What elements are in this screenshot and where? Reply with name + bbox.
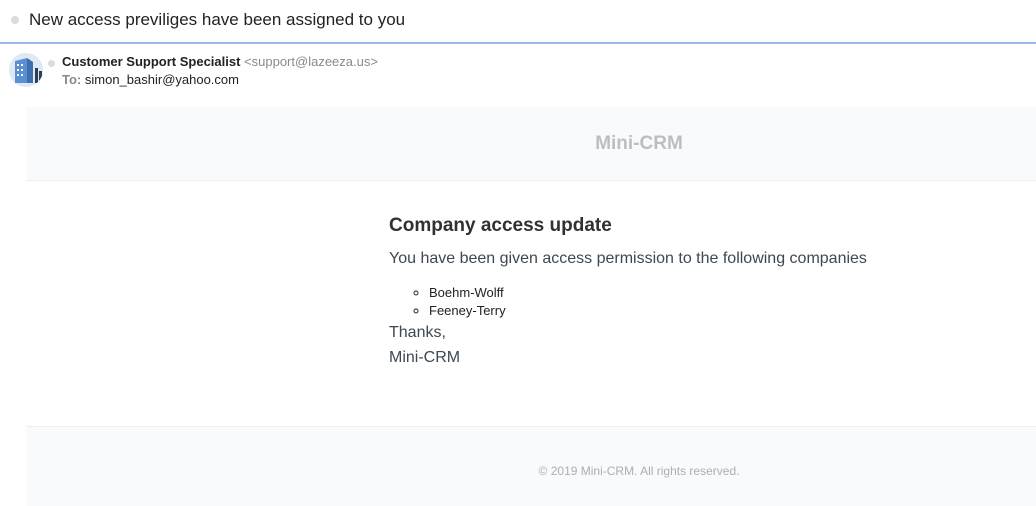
sender-avatar-icon[interactable] — [9, 53, 43, 87]
brand-name[interactable]: Mini-CRM — [26, 133, 1036, 155]
email-heading: Company access update — [389, 215, 612, 236]
signoff-thanks: Thanks, — [389, 324, 446, 341]
to-label: To: — [62, 72, 82, 87]
message-header: Customer Support Specialist <support@laz… — [0, 44, 1036, 106]
from-line: Customer Support Specialist <support@laz… — [62, 54, 378, 69]
sender-email[interactable]: <support@lazeeza.us> — [244, 54, 378, 69]
company-list: Boehm-Wolff Feeney-Terry — [389, 284, 989, 320]
email-brand-header: Mini-CRM — [26, 107, 1036, 181]
recipient-email[interactable]: simon_bashir@yahoo.com — [85, 72, 239, 87]
subject-bar: New access previliges have been assigned… — [0, 0, 1036, 44]
list-item: Boehm-Wolff — [429, 284, 989, 302]
copyright-text: © 2019 Mini-CRM. All rights reserved. — [538, 464, 740, 478]
email-body: Mini-CRM Company access update You have … — [26, 107, 1036, 506]
email-intro: You have been given access permission to… — [389, 250, 867, 267]
email-content: Company access update You have been give… — [389, 215, 989, 370]
list-item: Feeney-Terry — [429, 302, 989, 320]
signoff-signature: Mini-CRM — [389, 349, 461, 366]
presence-dot-icon — [48, 60, 55, 67]
to-line: To: simon_bashir@yahoo.com — [62, 72, 239, 87]
unread-dot-icon — [11, 16, 19, 24]
email-footer: © 2019 Mini-CRM. All rights reserved. — [26, 426, 1036, 506]
email-subject: New access previliges have been assigned… — [29, 10, 406, 29]
sender-name[interactable]: Customer Support Specialist — [62, 54, 240, 69]
